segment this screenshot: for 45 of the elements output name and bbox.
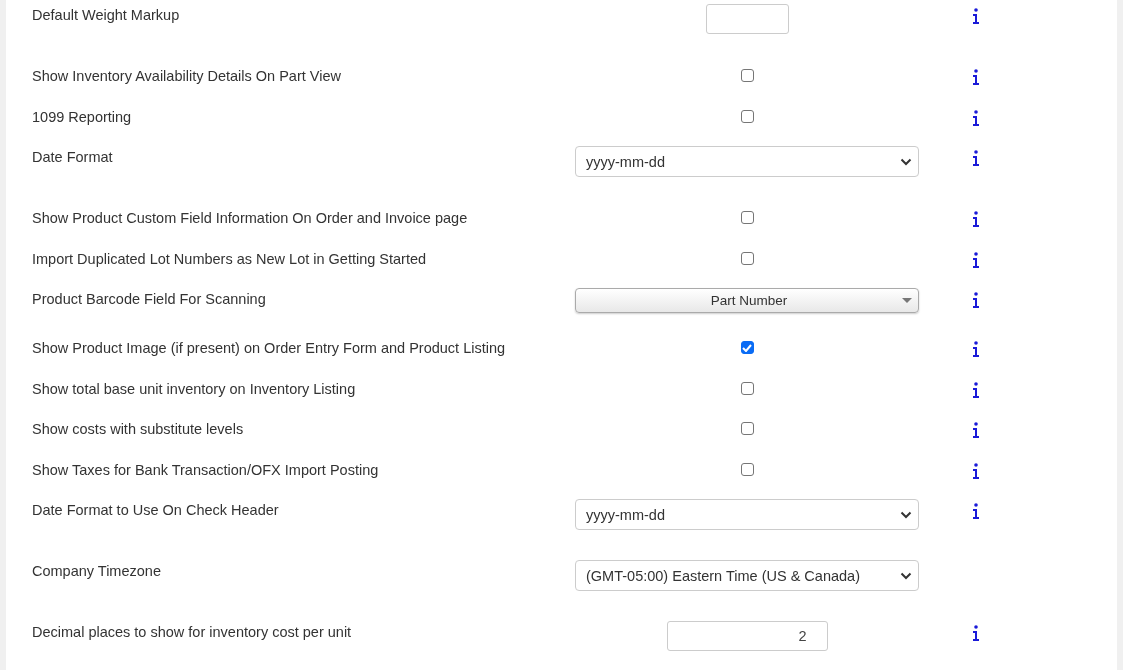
checkbox[interactable] bbox=[740, 109, 754, 123]
setting-label: Show Product Custom Field Information On Order and Invoice page bbox=[32, 209, 469, 227]
chevron-down-icon bbox=[900, 510, 912, 519]
info-icon[interactable] bbox=[972, 625, 980, 641]
setting-label: Decimal places to show for inventory cost per unit bbox=[32, 623, 353, 641]
setting-label: Import Duplicated Lot Numbers as New Lot in Getting Started bbox=[32, 249, 428, 268]
info-icon[interactable] bbox=[972, 381, 980, 398]
info-icon[interactable] bbox=[972, 109, 980, 126]
info-icon[interactable] bbox=[972, 341, 980, 357]
setting-label: Show total base unit inventory on Inventory Listing bbox=[32, 379, 357, 398]
input-field[interactable]: 2 bbox=[666, 621, 828, 651]
setting-label: Company Timezone bbox=[32, 562, 162, 580]
checkbox[interactable] bbox=[740, 69, 754, 82]
checkbox[interactable] bbox=[740, 211, 754, 224]
input-field[interactable] bbox=[705, 4, 789, 34]
setting-label: Product Barcode Field For Scanning bbox=[32, 290, 267, 308]
setting-label: Date Format to Use On Check Header bbox=[32, 501, 280, 519]
info-icon[interactable] bbox=[972, 503, 980, 519]
setting-label: Show Product Image (if present) on Order Entry Form and Product Listing bbox=[32, 339, 507, 357]
info-icon[interactable] bbox=[972, 251, 980, 268]
chevron-down-icon bbox=[900, 571, 912, 580]
setting-label: 1099 Reporting bbox=[32, 107, 133, 126]
setting-label: Show costs with substitute levels bbox=[32, 420, 245, 438]
info-icon[interactable] bbox=[972, 150, 980, 166]
checkbox[interactable] bbox=[740, 381, 754, 395]
dropdown[interactable]: yyyy-mm-dd bbox=[575, 499, 919, 530]
info-icon[interactable] bbox=[972, 211, 980, 227]
info-icon[interactable] bbox=[972, 422, 980, 438]
setting-label: Show Inventory Availability Details On Part View bbox=[32, 67, 342, 85]
checkbox[interactable] bbox=[740, 341, 754, 354]
info-icon[interactable] bbox=[972, 462, 980, 479]
checkbox[interactable] bbox=[740, 422, 754, 435]
checkbox[interactable] bbox=[740, 251, 754, 265]
checkbox[interactable] bbox=[740, 462, 754, 476]
dropdown[interactable]: yyyy-mm-dd bbox=[575, 146, 919, 177]
chevron-down-icon bbox=[900, 157, 912, 166]
info-icon[interactable] bbox=[972, 292, 980, 308]
dropdown[interactable]: Part Number bbox=[575, 288, 919, 313]
setting-label: Show Taxes for Bank Transaction/OFX Import Posting bbox=[32, 460, 380, 479]
dropdown[interactable]: (GMT-05:00) Eastern Time (US & Canada) bbox=[575, 560, 919, 591]
info-icon[interactable] bbox=[972, 69, 980, 85]
setting-label: Default Weight Markup bbox=[32, 6, 181, 24]
setting-label: Date Format bbox=[32, 148, 114, 166]
caret-down-icon bbox=[902, 298, 912, 304]
info-icon[interactable] bbox=[972, 8, 980, 24]
